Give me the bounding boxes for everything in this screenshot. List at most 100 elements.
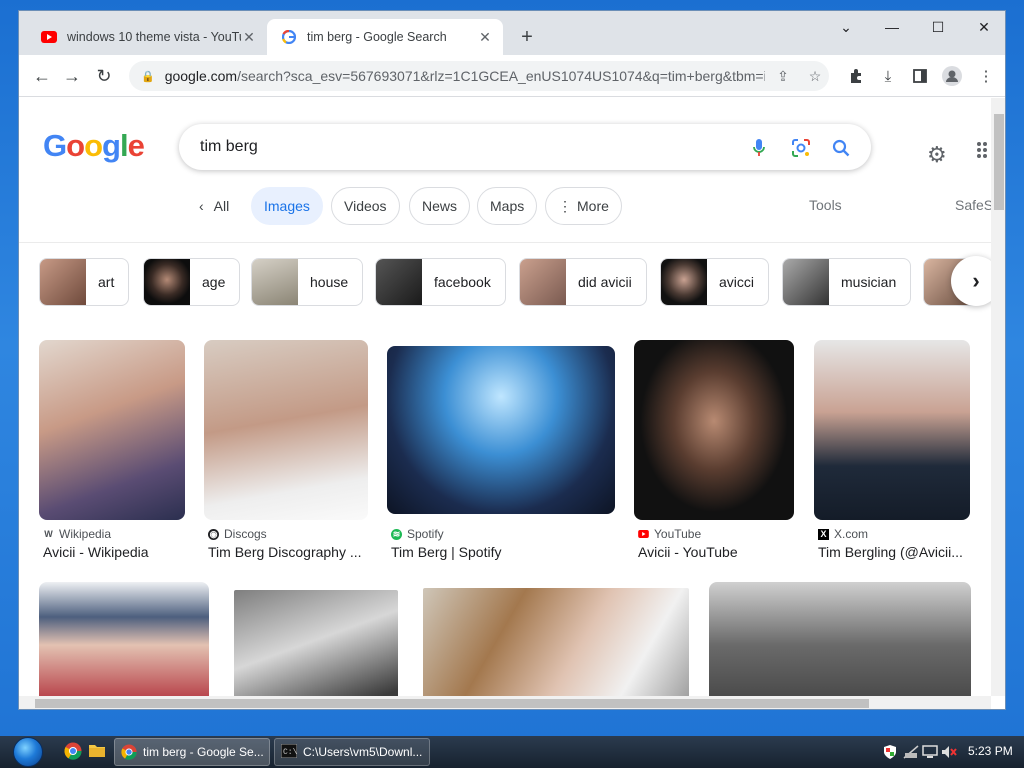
safesearch-button[interactable]: SafeS xyxy=(955,197,991,213)
horizontal-scrollbar[interactable] xyxy=(19,696,991,709)
chip-thumbnail xyxy=(144,259,190,305)
result-image[interactable] xyxy=(423,588,689,696)
search-query: tim berg xyxy=(200,138,258,155)
reload-button[interactable]: ↻ xyxy=(91,63,117,89)
related-chip[interactable]: musician xyxy=(782,258,912,306)
close-tab-icon[interactable]: ✕ xyxy=(477,29,493,46)
download-icon[interactable]: ⤓ xyxy=(877,65,899,87)
result-image[interactable] xyxy=(814,340,970,520)
chip-thumbnail xyxy=(376,259,422,305)
google-apps-icon[interactable] xyxy=(977,142,991,160)
clock[interactable]: 5:23 PM xyxy=(968,744,1013,758)
search-results-page: Google tim berg ⚙ ‹ All Images Videos New… xyxy=(19,98,991,696)
result-source[interactable]: ◉ Discogs xyxy=(208,527,267,541)
related-chip[interactable]: facebook xyxy=(375,258,506,306)
scrollbar-thumb[interactable] xyxy=(994,114,1004,210)
result-image[interactable] xyxy=(709,582,971,696)
filter-all[interactable]: ‹ All xyxy=(187,187,241,225)
tab-google-search[interactable]: tim berg - Google Search ✕ xyxy=(267,19,503,55)
extensions-icon[interactable] xyxy=(845,65,867,87)
result-source[interactable]: X X.com xyxy=(818,527,868,541)
image-result[interactable]: YouTube Avicii - YouTube xyxy=(634,340,794,570)
chrome-pinned-icon[interactable] xyxy=(64,742,84,762)
security-shield-icon[interactable] xyxy=(882,744,898,763)
related-chip[interactable]: house xyxy=(251,258,364,306)
search-icon[interactable] xyxy=(829,136,853,160)
google-logo[interactable]: Google xyxy=(43,128,145,164)
result-source[interactable]: W Wikipedia xyxy=(43,527,111,541)
profile-avatar[interactable] xyxy=(941,65,963,87)
display-icon[interactable] xyxy=(922,744,938,763)
related-chip[interactable]: art xyxy=(39,258,130,306)
image-result[interactable]: ◉ Discogs Tim Berg Discography ... xyxy=(204,340,368,570)
side-panel-icon[interactable] xyxy=(909,65,931,87)
result-image[interactable] xyxy=(204,340,368,520)
header-divider xyxy=(19,242,991,243)
spotify-icon: ≋ xyxy=(391,528,402,540)
image-result[interactable]: ≋ Spotify Tim Berg | Spotify xyxy=(387,340,615,570)
new-tab-button[interactable]: + xyxy=(513,25,541,49)
tab-title: windows 10 theme vista - YouTube xyxy=(67,30,241,44)
result-title[interactable]: Tim Bergling (@Avicii... xyxy=(818,544,970,560)
result-image[interactable] xyxy=(234,590,398,696)
cmd-icon: C:\ xyxy=(280,743,298,760)
image-result[interactable] xyxy=(234,590,398,696)
result-title[interactable]: Avicii - Wikipedia xyxy=(43,544,189,560)
wikipedia-icon: W xyxy=(44,529,53,539)
tab-search-icon[interactable]: ⌄ xyxy=(823,11,869,43)
result-image[interactable] xyxy=(39,340,185,520)
related-chip[interactable]: age xyxy=(143,258,241,306)
scrollbar-thumb[interactable] xyxy=(35,699,869,708)
filter-maps[interactable]: Maps xyxy=(477,187,538,225)
settings-gear-icon[interactable]: ⚙ xyxy=(927,142,947,168)
address-bar[interactable]: 🔒 google.com/search?sca_esv=567693071&rl… xyxy=(129,61,829,91)
filter-news[interactable]: News xyxy=(409,187,471,225)
taskbar: tim berg - Google Se... C:\ C:\Users\vm5… xyxy=(0,736,1024,768)
menu-kebab-icon[interactable]: ⋮ xyxy=(975,65,997,87)
image-result[interactable] xyxy=(709,582,971,696)
tools-button[interactable]: Tools xyxy=(809,197,842,213)
filter-more[interactable]: ⋮ More xyxy=(545,187,622,225)
maximize-button[interactable]: ☐ xyxy=(915,11,961,43)
result-source[interactable]: YouTube xyxy=(638,527,701,541)
result-title[interactable]: Avicii - YouTube xyxy=(638,544,794,560)
result-title[interactable]: Tim Berg Discography ... xyxy=(208,544,368,560)
discogs-icon: ◉ xyxy=(208,528,219,540)
start-button[interactable] xyxy=(6,736,50,768)
image-result[interactable]: W Wikipedia Avicii - Wikipedia xyxy=(39,340,185,570)
related-searches: art age house facebook did avicii avicci xyxy=(19,258,991,306)
forward-button[interactable]: → xyxy=(59,63,85,89)
tab-title: tim berg - Google Search xyxy=(307,30,447,44)
tab-strip: windows 10 theme vista - YouTube ✕ tim b… xyxy=(19,11,1005,55)
image-result[interactable] xyxy=(423,588,689,696)
result-image[interactable] xyxy=(634,340,794,520)
network-icon[interactable] xyxy=(902,744,920,763)
search-input[interactable]: tim berg xyxy=(179,124,871,170)
vertical-scrollbar[interactable] xyxy=(991,98,1005,696)
filter-images[interactable]: Images xyxy=(251,187,323,225)
result-source[interactable]: ≋ Spotify xyxy=(391,527,444,541)
result-title[interactable]: Tim Berg | Spotify xyxy=(391,544,615,560)
tab-youtube[interactable]: windows 10 theme vista - YouTube ✕ xyxy=(27,19,267,55)
lock-icon: 🔒 xyxy=(141,70,155,83)
close-tab-icon[interactable]: ✕ xyxy=(241,29,257,46)
filter-videos[interactable]: Videos xyxy=(331,187,400,225)
lens-search-icon[interactable] xyxy=(789,136,813,160)
share-icon[interactable]: ⇪ xyxy=(773,66,793,86)
close-window-button[interactable]: ✕ xyxy=(961,11,1005,43)
image-result[interactable] xyxy=(39,582,209,696)
related-chip[interactable]: did avicii xyxy=(519,258,647,306)
browser-toolbar: ← → ↻ 🔒 google.com/search?sca_esv=567693… xyxy=(19,55,1005,97)
taskbar-cmd-window[interactable]: C:\ C:\Users\vm5\Downl... xyxy=(274,738,430,766)
minimize-button[interactable]: — xyxy=(869,11,915,43)
result-image[interactable] xyxy=(39,582,209,696)
result-image[interactable] xyxy=(387,346,615,514)
bookmark-star-icon[interactable]: ☆ xyxy=(805,66,825,86)
taskbar-chrome-window[interactable]: tim berg - Google Se... xyxy=(114,738,270,766)
back-button[interactable]: ← xyxy=(29,63,55,89)
related-chip[interactable]: avicci xyxy=(660,258,770,306)
volume-muted-icon[interactable] xyxy=(940,744,958,763)
image-result[interactable]: X X.com Tim Bergling (@Avicii... xyxy=(814,340,970,570)
file-explorer-icon[interactable] xyxy=(88,742,108,762)
voice-search-icon[interactable] xyxy=(747,136,771,160)
